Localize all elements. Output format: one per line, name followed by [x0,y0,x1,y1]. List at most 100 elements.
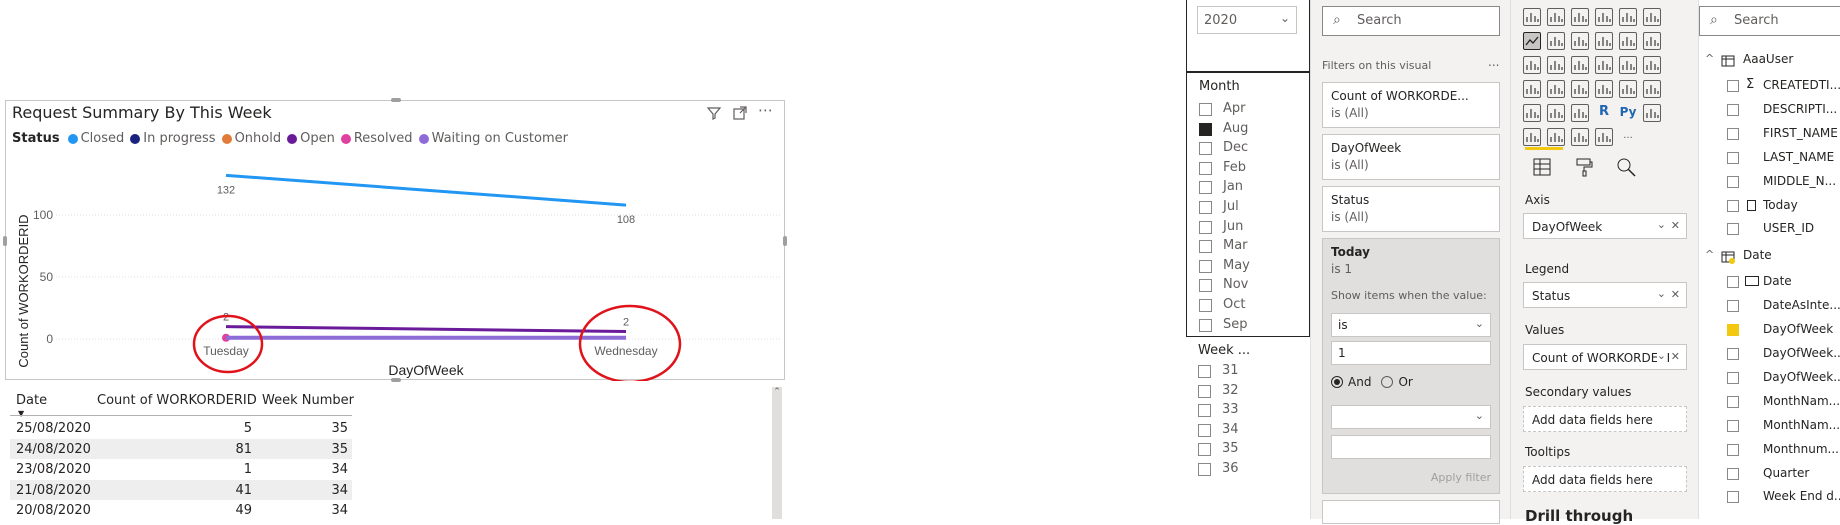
line-chart-icon[interactable] [1523,32,1541,50]
ribbon-chart-icon[interactable] [1643,32,1661,50]
field-checkbox[interactable] [1727,467,1739,480]
series-line-open[interactable] [225,325,627,334]
axis-well[interactable]: DayOfWeek ⌄ ✕ [1523,213,1687,239]
donut-chart-icon[interactable] [1619,56,1637,74]
r-visual-icon[interactable]: R [1595,104,1613,122]
100-bar-icon[interactable] [1619,8,1637,26]
slicer-icon[interactable] [1523,104,1541,122]
field-name[interactable]: DayOfWeek... [1763,370,1840,384]
stacked-area-icon[interactable] [1571,32,1589,50]
secondary-values-well[interactable]: Add data fields here [1523,406,1687,432]
month-checkbox[interactable] [1199,299,1212,312]
filter-card-count[interactable]: Count of WORKORDE... is (All) [1322,82,1500,128]
analytics-magnifier-icon[interactable] [1615,156,1637,182]
field-name[interactable]: Monthnum... [1763,442,1840,456]
funnel-icon[interactable] [1547,56,1565,74]
month-checkbox[interactable] [1199,122,1212,136]
column-header-count[interactable]: Count of WORKORDERID [97,393,257,408]
month-checkbox[interactable] [1199,181,1212,195]
gauge-icon[interactable] [1571,80,1589,98]
kpi-icon[interactable] [1643,80,1661,98]
month-checkbox[interactable] [1199,201,1212,214]
table-visual[interactable]: Date ▼ Count of WORKORDERID Week Number … [10,387,782,520]
stacked-bar-icon[interactable] [1523,8,1541,26]
paginated-icon[interactable] [1595,128,1613,146]
month-checkbox[interactable] [1199,161,1212,175]
field-table-name[interactable]: Date [1743,248,1772,262]
area-chart-icon[interactable] [1547,32,1565,50]
and-radio[interactable] [1331,376,1343,388]
field-name[interactable]: CREATEDTI... [1763,78,1840,92]
month-checkbox[interactable] [1199,103,1212,116]
month-checkbox[interactable] [1199,318,1212,332]
table-scrollbar[interactable]: ⌃ [772,387,782,519]
decomposition-tree-icon[interactable] [1523,128,1541,146]
filter-card-today[interactable]: Today is 1 Show items when the value: is… [1322,238,1500,494]
field-checkbox[interactable] [1727,127,1739,140]
fields-search-input[interactable]: ⌕ Search [1699,6,1840,36]
field-name[interactable]: MIDDLE_N... [1763,174,1840,188]
chevron-down-icon[interactable]: ⌄ [1657,218,1666,231]
field-checkbox[interactable] [1727,103,1739,116]
field-checkbox[interactable] [1727,443,1739,456]
filled-map-icon[interactable] [1547,80,1565,98]
field-checkbox[interactable] [1727,151,1739,164]
filters-search-input[interactable]: ⌕ Search [1322,6,1500,36]
week-checkbox[interactable] [1198,443,1211,457]
filter-card-status[interactable]: Status is (All) [1322,186,1500,232]
second-operator-dropdown[interactable]: ⌄ [1331,405,1491,429]
remove-field-icon[interactable]: ✕ [1671,219,1680,232]
month-checkbox[interactable] [1199,279,1212,293]
collapse-icon[interactable]: ^ [1705,52,1714,65]
field-name[interactable]: USER_ID [1763,221,1840,235]
field-table-name[interactable]: AaaUser [1743,52,1793,66]
value-input[interactable]: 1 [1331,341,1491,365]
month-checkbox[interactable] [1199,220,1212,234]
table-icon[interactable] [1547,104,1565,122]
field-name[interactable]: Quarter [1763,466,1840,480]
field-checkbox[interactable] [1727,80,1739,92]
fields-tab-icon[interactable] [1531,156,1553,182]
legend-well[interactable]: Status ⌄ ✕ [1523,282,1687,308]
field-checkbox[interactable] [1727,223,1739,236]
field-checkbox[interactable] [1727,300,1739,313]
collapse-icon[interactable]: ^ [1705,248,1714,261]
field-name[interactable]: FIRST_NAME [1763,126,1840,140]
column-header-week-number[interactable]: Week Number [262,393,354,408]
remove-field-icon[interactable]: ✕ [1670,350,1680,363]
column-header-date[interactable]: Date [16,393,47,408]
field-checkbox[interactable] [1727,371,1739,384]
filter-card-dayofweek[interactable]: DayOfWeek is (All) [1322,134,1500,180]
more-visuals-icon[interactable]: ... [1619,128,1637,146]
week-checkbox[interactable] [1198,404,1211,418]
field-checkbox[interactable] [1727,395,1739,408]
year-dropdown[interactable]: 2020 ⌄ [1197,6,1297,34]
pie-chart-icon[interactable] [1595,56,1613,74]
matrix-icon[interactable] [1571,104,1589,122]
month-checkbox[interactable] [1199,240,1212,254]
field-name[interactable]: DateAsInte... [1763,298,1840,312]
week-checkbox[interactable] [1198,384,1211,398]
clustered-bar-icon[interactable] [1571,8,1589,26]
remove-field-icon[interactable]: ✕ [1671,288,1680,301]
or-radio[interactable] [1381,376,1394,388]
tooltips-well[interactable]: Add data fields here [1523,466,1687,492]
field-checkbox[interactable] [1727,348,1739,360]
line-chart-visual[interactable]: Request Summary By This Week ⋯ Status Cl… [3,98,787,382]
month-checkbox[interactable] [1199,259,1212,273]
multirow-card-icon[interactable] [1619,80,1637,98]
qa-icon[interactable] [1547,128,1565,146]
field-name[interactable]: MonthNam... [1763,394,1840,408]
filter-card-next[interactable] [1322,500,1500,524]
field-checkbox[interactable] [1727,175,1739,188]
field-checkbox[interactable] [1727,491,1739,504]
field-name[interactable]: DayOfWeek... [1763,346,1840,360]
field-name[interactable]: Week End d... [1763,489,1840,503]
key-influencers-icon[interactable] [1643,104,1661,122]
field-name[interactable]: LAST_NAME [1763,150,1840,164]
sort-desc-icon[interactable]: ▼ [18,409,24,418]
line-column-icon[interactable] [1595,32,1613,50]
waterfall-icon[interactable] [1523,56,1541,74]
scroll-up-icon[interactable]: ⌃ [772,387,782,397]
chevron-down-icon[interactable]: ⌄ [1657,287,1666,300]
